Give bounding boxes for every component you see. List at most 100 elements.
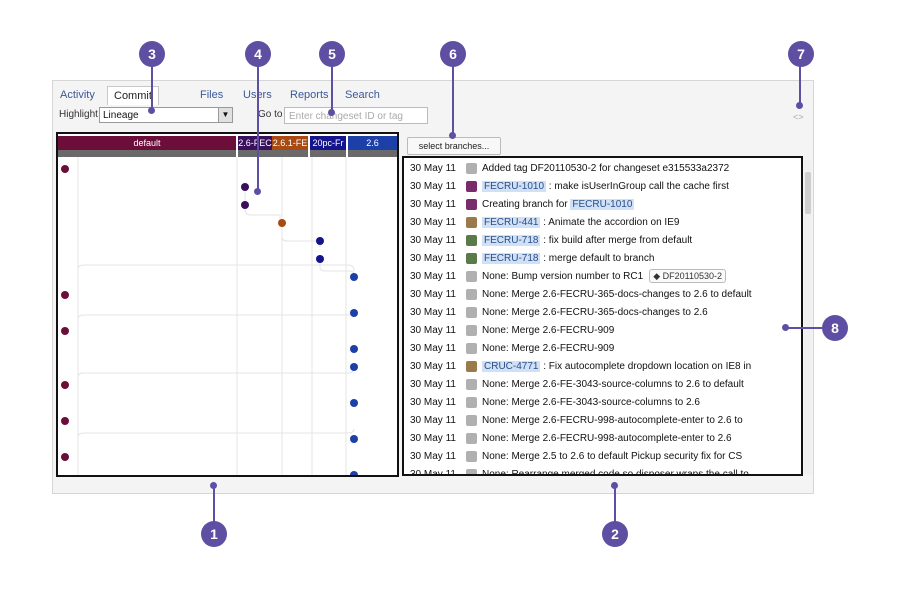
commit-row[interactable]: 30 May 11 None: Merge 2.6-FECRU-998-autoc… [410, 412, 743, 430]
commit-row[interactable]: 30 May 11 FECRU-441 : Animate the accordi… [410, 214, 679, 232]
commit-node[interactable] [350, 399, 358, 407]
tab-reports[interactable]: Reports [284, 86, 335, 104]
commit-date: 30 May 11 [410, 397, 456, 408]
chevron-down-icon[interactable]: ▼ [218, 108, 232, 122]
commit-node[interactable] [350, 309, 358, 317]
issue-key-link[interactable]: FECRU-718 [482, 253, 541, 264]
select-branches-button[interactable]: select branches... [407, 137, 501, 155]
avatar[interactable] [466, 216, 477, 228]
callout-3: 3 [139, 41, 165, 67]
avatar[interactable] [466, 432, 477, 444]
avatar[interactable] [466, 234, 477, 246]
commit-row[interactable]: 30 May 11 None: Merge 2.6-FECRU-909 [410, 322, 614, 340]
commit-node[interactable] [350, 363, 358, 371]
commit-node[interactable] [350, 273, 358, 281]
commit-message: : Animate the accordion on IE9 [540, 217, 680, 228]
avatar[interactable] [466, 252, 477, 264]
goto-changeset-input[interactable]: Enter changeset ID or tag [284, 107, 428, 124]
tag-badge[interactable]: ◆ DF20110530-2 [649, 269, 726, 283]
commit-row[interactable]: 30 May 11 None: Merge 2.6-FECRU-998-autoc… [410, 430, 732, 448]
commit-node[interactable] [278, 219, 286, 227]
commit-row[interactable]: 30 May 11 None: Merge 2.6-FE-3043-source-… [410, 394, 700, 412]
commit-node[interactable] [350, 435, 358, 443]
tab-search[interactable]: Search [339, 86, 386, 104]
avatar[interactable] [466, 288, 477, 300]
avatar[interactable] [466, 396, 477, 408]
avatar[interactable] [466, 414, 477, 426]
avatar[interactable] [466, 306, 477, 318]
branch-header[interactable]: 2.6.1-FE [272, 136, 308, 150]
tab-activity[interactable]: Activity [54, 86, 101, 104]
commit-node[interactable] [316, 237, 324, 245]
callout-1-line [213, 486, 215, 522]
commit-node[interactable] [61, 291, 69, 299]
commit-row[interactable]: 30 May 11 FECRU-1010 : make isUserInGroup… [410, 178, 729, 196]
issue-key-link[interactable]: CRUC-4771 [482, 361, 541, 372]
scrollbar-thumb[interactable] [805, 172, 811, 214]
branch-header[interactable]: 2.6 [348, 136, 397, 150]
commit-node[interactable] [61, 381, 69, 389]
commit-date: 30 May 11 [410, 469, 456, 476]
commit-row[interactable]: 30 May 11 None: Merge 2.6-FECRU-365-docs-… [410, 304, 708, 322]
avatar[interactable] [466, 378, 477, 390]
avatar[interactable] [466, 162, 477, 174]
branch-resize-handle[interactable] [272, 150, 308, 157]
avatar[interactable] [466, 198, 477, 210]
highlight-select[interactable]: Lineage ▼ [99, 107, 233, 123]
commit-row[interactable]: 30 May 11 None: Merge 2.5 to 2.6 to defau… [410, 448, 742, 466]
commit-node[interactable] [316, 255, 324, 263]
avatar[interactable] [466, 270, 477, 282]
expand-icon[interactable]: <> [793, 112, 804, 122]
commit-node[interactable] [61, 165, 69, 173]
avatar[interactable] [466, 180, 477, 192]
branch-resize-handle[interactable] [238, 150, 272, 157]
commit-node[interactable] [241, 201, 249, 209]
commit-date: 30 May 11 [410, 325, 456, 336]
commit-node[interactable] [61, 417, 69, 425]
tag-icon: ◆ [653, 271, 663, 281]
callout-2-line [614, 486, 616, 522]
branch-resize-handle[interactable] [310, 150, 346, 157]
commit-date: 30 May 11 [410, 235, 456, 246]
commit-node[interactable] [61, 327, 69, 335]
commit-row[interactable]: 30 May 11 Creating branch for FECRU-1010 [410, 196, 635, 214]
commit-row[interactable]: 30 May 11 None: Merge 2.6-FECRU-909 [410, 340, 614, 358]
issue-key-link[interactable]: FECRU-1010 [482, 181, 547, 192]
commit-row[interactable]: 30 May 11 Added tag DF20110530-2 for chan… [410, 160, 729, 178]
branch-resize-handle[interactable] [58, 150, 236, 157]
commit-node[interactable] [350, 345, 358, 353]
commit-date: 30 May 11 [410, 361, 456, 372]
branch-header[interactable]: 2.6-FEC [238, 136, 272, 150]
commit-message: None: Merge 2.6-FE-3043-source-columns t… [482, 397, 700, 408]
commit-node[interactable] [61, 453, 69, 461]
commit-row[interactable]: 30 May 11 FECRU-718 : fix build after mer… [410, 232, 692, 250]
avatar[interactable] [466, 468, 477, 474]
tab-files[interactable]: Files [194, 86, 229, 104]
branch-header[interactable]: 20pc-Fr [310, 136, 346, 150]
avatar[interactable] [466, 342, 477, 354]
callout-8: 8 [822, 315, 848, 341]
branch-header[interactable]: default [58, 136, 236, 150]
commit-list[interactable]: 30 May 11 Added tag DF20110530-2 for chan… [402, 156, 803, 476]
commit-message: None: Merge 2.6-FECRU-998-autocomplete-e… [482, 415, 743, 426]
avatar[interactable] [466, 324, 477, 336]
commit-row[interactable]: 30 May 11 FECRU-718 : merge default to br… [410, 250, 654, 268]
avatar[interactable] [466, 450, 477, 462]
branch-resize-handle[interactable] [348, 150, 397, 157]
issue-key-link[interactable]: FECRU-718 [482, 235, 541, 246]
commit-row[interactable]: 30 May 11 None: Merge 2.6-FE-3043-source-… [410, 376, 744, 394]
commit-row[interactable]: 30 May 11 None: Rearrange merged code so … [410, 466, 749, 476]
commit-row[interactable]: 30 May 11 None: Bump version number to RC… [410, 268, 726, 286]
commit-message: None: Merge 2.5 to 2.6 to default Pickup… [482, 451, 743, 462]
commit-node[interactable] [350, 471, 358, 475]
issue-key-link[interactable]: FECRU-441 [482, 217, 541, 228]
issue-key-link[interactable]: FECRU-1010 [570, 199, 635, 210]
commit-row[interactable]: 30 May 11 CRUC-4771 : Fix autocomplete dr… [410, 358, 751, 376]
avatar[interactable] [466, 360, 477, 372]
commit-row[interactable]: 30 May 11 None: Merge 2.6-FECRU-365-docs-… [410, 286, 752, 304]
callout-8-line [786, 327, 822, 329]
highlight-label: Highlight [59, 109, 98, 120]
commit-node[interactable] [241, 183, 249, 191]
commit-list-scrollbar[interactable] [804, 160, 812, 475]
commit-graph[interactable]: default 2.6-FEC 2.6.1-FE 20pc-Fr 2.6 [56, 132, 399, 477]
